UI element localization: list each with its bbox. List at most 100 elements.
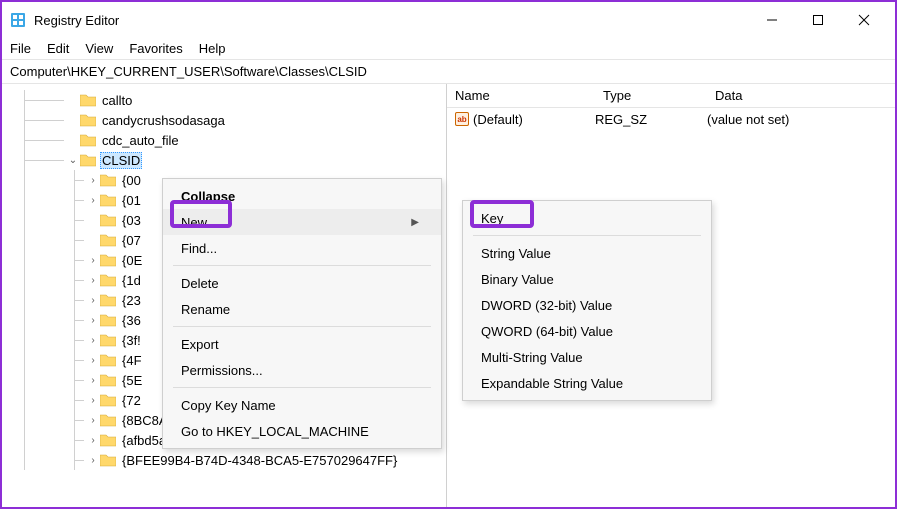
col-header-data[interactable]: Data <box>707 88 895 103</box>
folder-icon <box>100 273 116 287</box>
tree-node-label: {00 <box>120 173 143 188</box>
main-split: callto candycrushsodasaga cdc_auto_file ⌄ CL… <box>2 84 895 507</box>
tree-node-label: candycrushsodasaga <box>100 113 227 128</box>
folder-icon <box>100 353 116 367</box>
tree-node-label: cdc_auto_file <box>100 133 181 148</box>
col-header-type[interactable]: Type <box>595 88 707 103</box>
ctx-new-multistring[interactable]: Multi-String Value <box>463 344 711 370</box>
chevron-right-icon: ▶ <box>411 217 419 228</box>
ctx-goto-hklm[interactable]: Go to HKEY_LOCAL_MACHINE <box>163 418 441 444</box>
folder-icon <box>100 213 116 227</box>
tree-node[interactable]: ⌄ CLSID <box>12 150 446 170</box>
menu-file[interactable]: File <box>10 41 31 56</box>
folder-icon <box>100 433 116 447</box>
tree-node-label: {0E <box>120 253 144 268</box>
chevron-right-icon[interactable]: › <box>86 395 100 406</box>
value-row[interactable]: ab(Default)REG_SZ(value not set) <box>447 108 895 130</box>
ctx-new-qword[interactable]: QWORD (64-bit) Value <box>463 318 711 344</box>
tree-node[interactable]: cdc_auto_file <box>12 130 446 150</box>
tree-node-label: {07 <box>120 233 143 248</box>
folder-icon <box>80 93 96 107</box>
ctx-new[interactable]: New ▶ <box>163 209 441 235</box>
folder-icon <box>80 133 96 147</box>
chevron-right-icon[interactable]: › <box>86 275 100 286</box>
chevron-right-icon[interactable]: › <box>86 455 100 466</box>
ctx-copy-key-name[interactable]: Copy Key Name <box>163 392 441 418</box>
ctx-new-key[interactable]: Key <box>463 205 711 231</box>
ctx-new-binary[interactable]: Binary Value <box>463 266 711 292</box>
folder-icon <box>100 193 116 207</box>
folder-icon <box>100 413 116 427</box>
tree-node-label: {5E <box>120 373 144 388</box>
folder-icon <box>80 153 96 167</box>
tree-node-label: {03 <box>120 213 143 228</box>
chevron-right-icon[interactable]: › <box>86 415 100 426</box>
tree-node-label: {01 <box>120 193 143 208</box>
tree-node-label: {36 <box>120 313 143 328</box>
menu-view[interactable]: View <box>85 41 113 56</box>
ctx-collapse[interactable]: Collapse <box>163 183 441 209</box>
ctx-new-string[interactable]: String Value <box>463 240 711 266</box>
menu-favorites[interactable]: Favorites <box>129 41 182 56</box>
chevron-right-icon[interactable]: › <box>86 435 100 446</box>
tree-node-label: {1d <box>120 273 143 288</box>
ctx-new-label: New <box>181 215 207 230</box>
separator <box>473 235 701 236</box>
menu-edit[interactable]: Edit <box>47 41 69 56</box>
title-bar: Registry Editor <box>2 2 895 38</box>
folder-icon <box>100 373 116 387</box>
value-name: (Default) <box>473 112 523 127</box>
chevron-right-icon[interactable]: › <box>86 175 100 186</box>
close-button[interactable] <box>841 5 887 35</box>
chevron-right-icon[interactable]: › <box>86 195 100 206</box>
value-type: REG_SZ <box>595 112 707 127</box>
maximize-button[interactable] <box>795 5 841 35</box>
folder-icon <box>100 453 116 467</box>
separator <box>173 265 431 266</box>
tree-node-label: {72 <box>120 393 143 408</box>
chevron-right-icon[interactable]: › <box>86 255 100 266</box>
menu-bar: File Edit View Favorites Help <box>2 38 895 60</box>
ctx-delete[interactable]: Delete <box>163 270 441 296</box>
chevron-down-icon[interactable]: ⌄ <box>66 155 80 166</box>
chevron-right-icon[interactable]: › <box>86 315 100 326</box>
separator <box>173 387 431 388</box>
address-bar[interactable]: Computer\HKEY_CURRENT_USER\Software\Clas… <box>2 60 895 84</box>
menu-help[interactable]: Help <box>199 41 226 56</box>
separator <box>173 326 431 327</box>
ctx-new-dword[interactable]: DWORD (32-bit) Value <box>463 292 711 318</box>
context-submenu-new: Key String Value Binary Value DWORD (32-… <box>462 200 712 401</box>
context-menu: Collapse New ▶ Find... Delete Rename Exp… <box>162 178 442 449</box>
tree-node-label: CLSID <box>100 152 142 169</box>
window-controls <box>749 5 887 35</box>
tree-node-label: {3f! <box>120 333 143 348</box>
folder-icon <box>100 313 116 327</box>
ctx-export[interactable]: Export <box>163 331 441 357</box>
tree-node[interactable]: callto <box>12 90 446 110</box>
window-title: Registry Editor <box>34 13 119 28</box>
chevron-right-icon[interactable]: › <box>86 295 100 306</box>
ctx-permissions[interactable]: Permissions... <box>163 357 441 383</box>
tree-node[interactable]: candycrushsodasaga <box>12 110 446 130</box>
values-header: Name Type Data <box>447 84 895 108</box>
folder-icon <box>100 333 116 347</box>
folder-icon <box>100 393 116 407</box>
ctx-new-expstring[interactable]: Expandable String Value <box>463 370 711 396</box>
ctx-rename[interactable]: Rename <box>163 296 441 322</box>
tree-node[interactable]: ›{BFEE99B4-B74D-4348-BCA5-E757029647FF} <box>12 450 446 470</box>
minimize-button[interactable] <box>749 5 795 35</box>
tree-node-label: callto <box>100 93 134 108</box>
value-data: (value not set) <box>707 112 895 127</box>
ctx-find[interactable]: Find... <box>163 235 441 261</box>
tree-node-label: {23 <box>120 293 143 308</box>
chevron-right-icon[interactable]: › <box>86 355 100 366</box>
folder-icon <box>100 233 116 247</box>
chevron-right-icon[interactable]: › <box>86 375 100 386</box>
chevron-right-icon[interactable]: › <box>86 335 100 346</box>
folder-icon <box>100 253 116 267</box>
folder-icon <box>100 173 116 187</box>
folder-icon <box>80 113 96 127</box>
col-header-name[interactable]: Name <box>447 88 595 103</box>
tree-node-label: {4F <box>120 353 144 368</box>
folder-icon <box>100 293 116 307</box>
